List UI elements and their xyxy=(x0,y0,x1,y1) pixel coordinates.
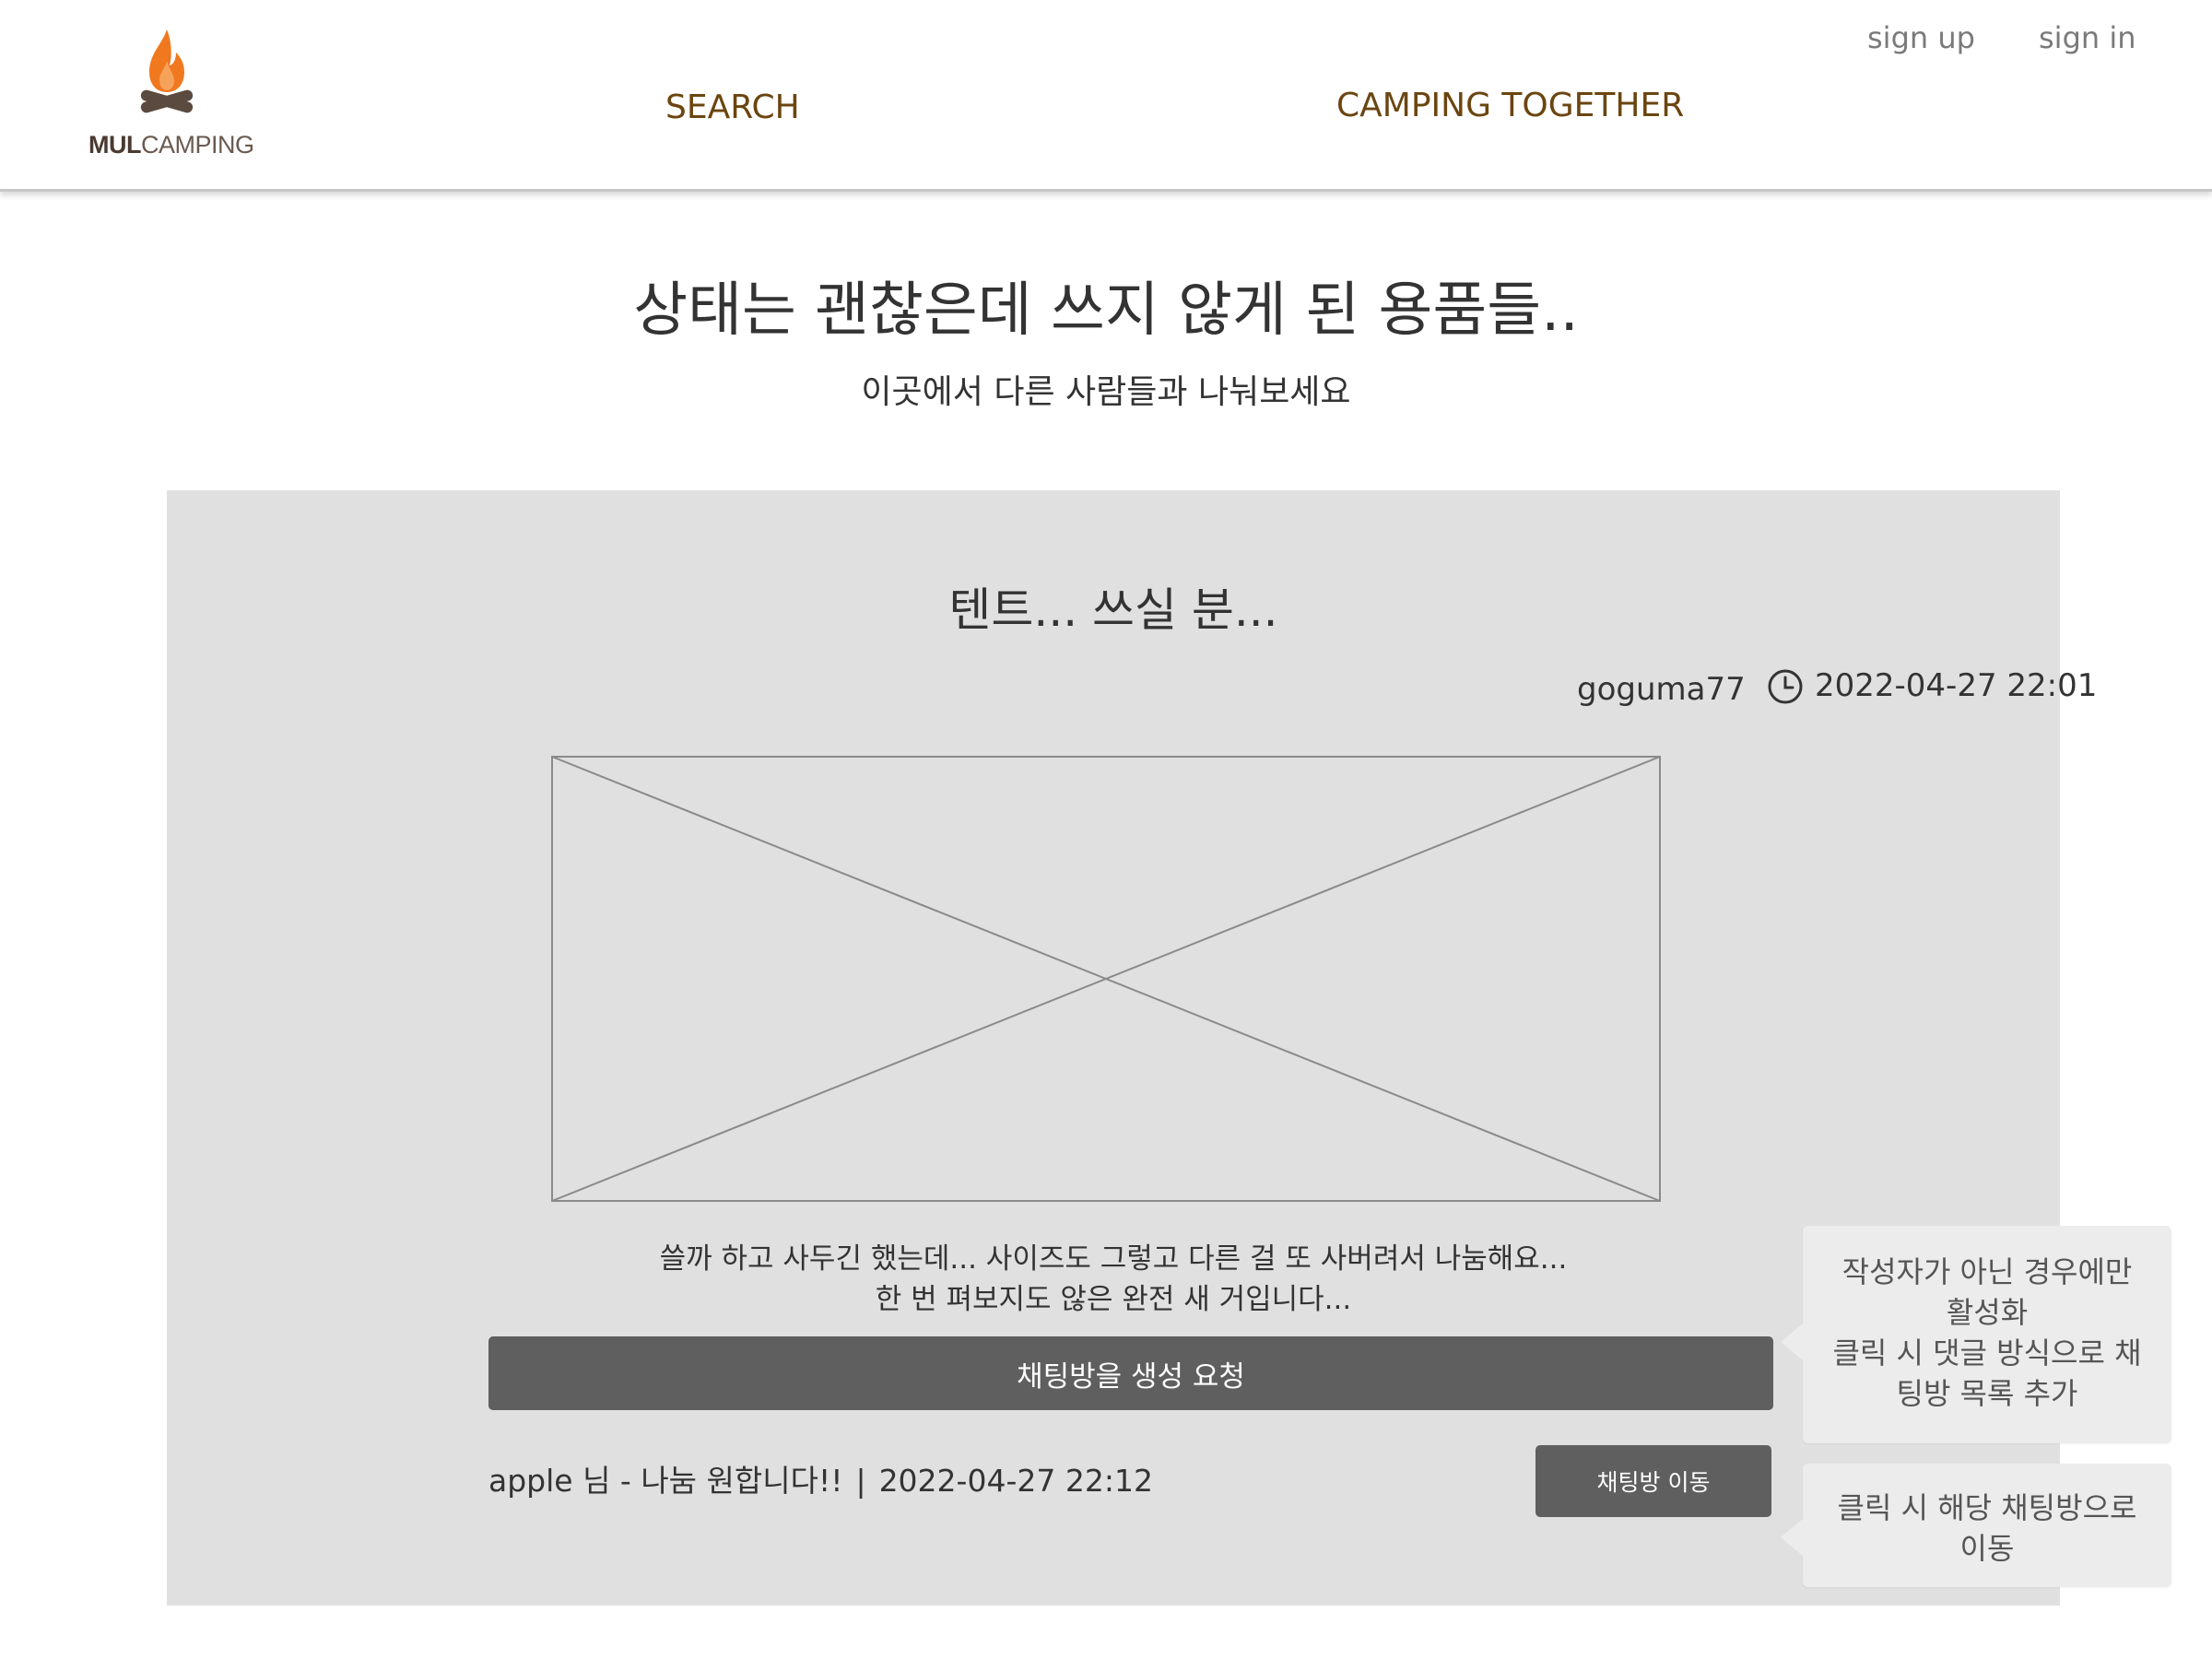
nav-camping-together-link[interactable]: CAMPING TOGETHER xyxy=(1336,87,1684,124)
comment-separator: | xyxy=(855,1463,866,1499)
post-body: 쓸까 하고 사두긴 했는데... 사이즈도 그렇고 다른 걸 또 사버려서 나눔… xyxy=(167,1239,2060,1320)
post-title: 텐트... 쓰실 분... xyxy=(948,583,1278,637)
post-panel: 텐트... 쓰실 분... goguma77 2022-04-27 22:01 … xyxy=(167,490,2097,1606)
note-line: 작성자가 아닌 경우에만 xyxy=(1841,1254,2133,1289)
post-body-line: 한 번 펴보지도 않은 완전 새 거입니다... xyxy=(875,1283,1352,1316)
top-header: MULCAMPING SEARCH CAMPING TOGETHER sign … xyxy=(0,0,2212,192)
post-body-line: 쓸까 하고 사두긴 했는데... 사이즈도 그렇고 다른 걸 또 사버려서 나눔… xyxy=(659,1242,1568,1276)
logo-text: MULCAMPING xyxy=(88,131,254,159)
image-placeholder xyxy=(551,756,1661,1202)
comment-item: apple 님 - 나눔 원합니다!! | 2022-04-27 22:12 xyxy=(488,1456,1153,1500)
campfire-icon xyxy=(140,29,194,113)
comment-date: 2022-04-27 22:12 xyxy=(878,1463,1153,1499)
sign-in-link[interactable]: sign in xyxy=(2039,20,2136,55)
chat-room-request-button[interactable]: 채팅방을 생성 요청 xyxy=(488,1336,1773,1410)
mulcamping-logo[interactable]: MULCAMPING xyxy=(88,28,254,166)
post-author: goguma77 xyxy=(1577,671,1746,708)
page-subtitle: 이곳에서 다른 사람들과 나눠보세요 xyxy=(861,373,1351,411)
comment-text: apple 님 - 나눔 원합니다!! xyxy=(488,1463,843,1499)
annotation-note-request: 작성자가 아닌 경우에만 활성화 클릭 시 댓글 방식으로 채 팅방 목록 추가 xyxy=(1781,1226,2171,1443)
note-line: 팅방 목록 추가 xyxy=(1896,1376,2078,1411)
sign-up-link[interactable]: sign up xyxy=(1867,20,1975,55)
note-line: 클릭 시 해당 채팅방으로 xyxy=(1837,1490,2137,1525)
nav-search-link[interactable]: SEARCH xyxy=(665,88,800,126)
note-line: 이동 xyxy=(1959,1531,2015,1566)
note-line: 활성화 xyxy=(1946,1295,2029,1330)
post-date: 2022-04-27 22:01 xyxy=(1815,667,2098,704)
annotation-note-move: 클릭 시 해당 채팅방으로 이동 xyxy=(1781,1464,2171,1587)
page-title: 상태는 괜찮은데 쓰지 않게 된 용품들.. xyxy=(633,276,1579,345)
note-line: 클릭 시 댓글 방식으로 채 xyxy=(1832,1335,2142,1371)
move-to-chat-room-button[interactable]: 채팅방 이동 xyxy=(1535,1445,1771,1517)
clock-icon xyxy=(1768,669,1803,704)
